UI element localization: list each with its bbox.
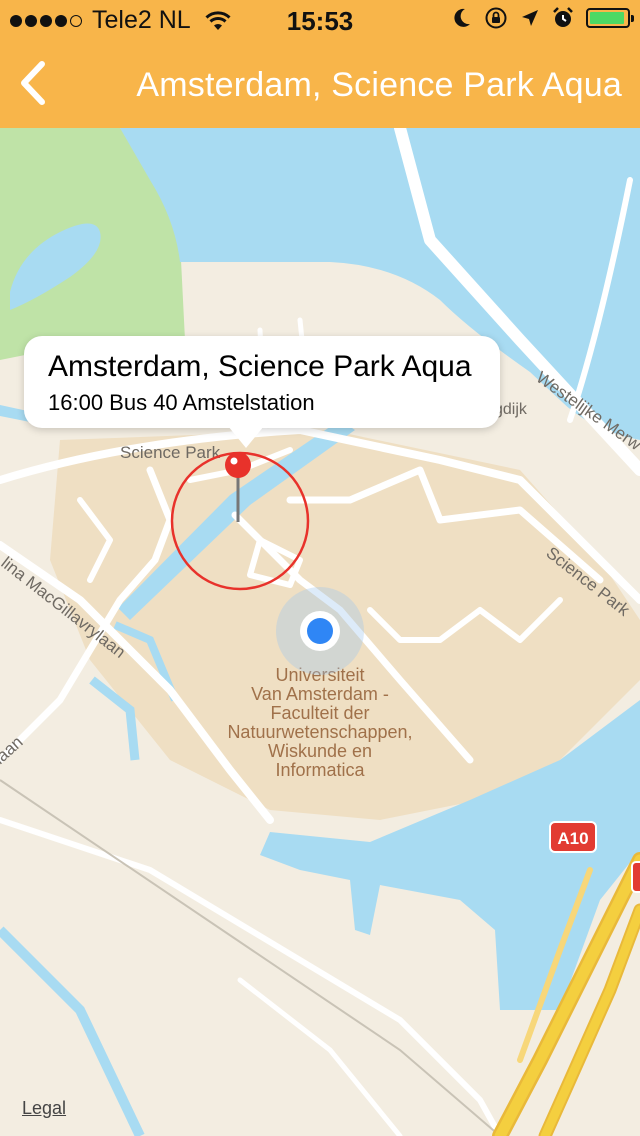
user-location-icon xyxy=(276,587,364,675)
svg-text:Wiskunde en: Wiskunde en xyxy=(268,741,372,761)
status-icons xyxy=(452,6,634,30)
navigation-bar: Amsterdam, Science Park Aqua xyxy=(0,40,640,128)
orientation-lock-icon xyxy=(485,7,507,29)
battery-icon xyxy=(586,8,634,28)
callout-title: Amsterdam, Science Park Aqua xyxy=(48,350,472,383)
highway-shield-label: A10 xyxy=(557,829,588,848)
map-callout[interactable]: Amsterdam, Science Park Aqua 16:00 Bus 4… xyxy=(24,336,500,448)
svg-text:Natuurwetenschappen,: Natuurwetenschappen, xyxy=(227,722,412,742)
moon-icon xyxy=(454,8,470,27)
location-arrow-icon xyxy=(522,10,538,26)
legal-link[interactable]: Legal xyxy=(22,1098,66,1119)
callout-subtitle: 16:00 Bus 40 Amstelstation xyxy=(48,390,315,415)
svg-text:Faculteit der: Faculteit der xyxy=(270,703,369,723)
page-title: Amsterdam, Science Park Aqua xyxy=(136,66,622,104)
svg-text:Informatica: Informatica xyxy=(275,760,365,780)
map-view[interactable]: A10 Science Park Science Park Westelijke… xyxy=(0,128,640,1136)
road-label-science-park: Science Park xyxy=(120,443,221,462)
top-bar: Tele2 NL 15:53 Amsterdam, Science Park A… xyxy=(0,0,640,128)
status-bar: Tele2 NL 15:53 xyxy=(0,0,640,40)
back-button[interactable] xyxy=(12,58,52,108)
alarm-icon xyxy=(553,7,573,27)
svg-text:Van Amsterdam -: Van Amsterdam - xyxy=(251,684,389,704)
